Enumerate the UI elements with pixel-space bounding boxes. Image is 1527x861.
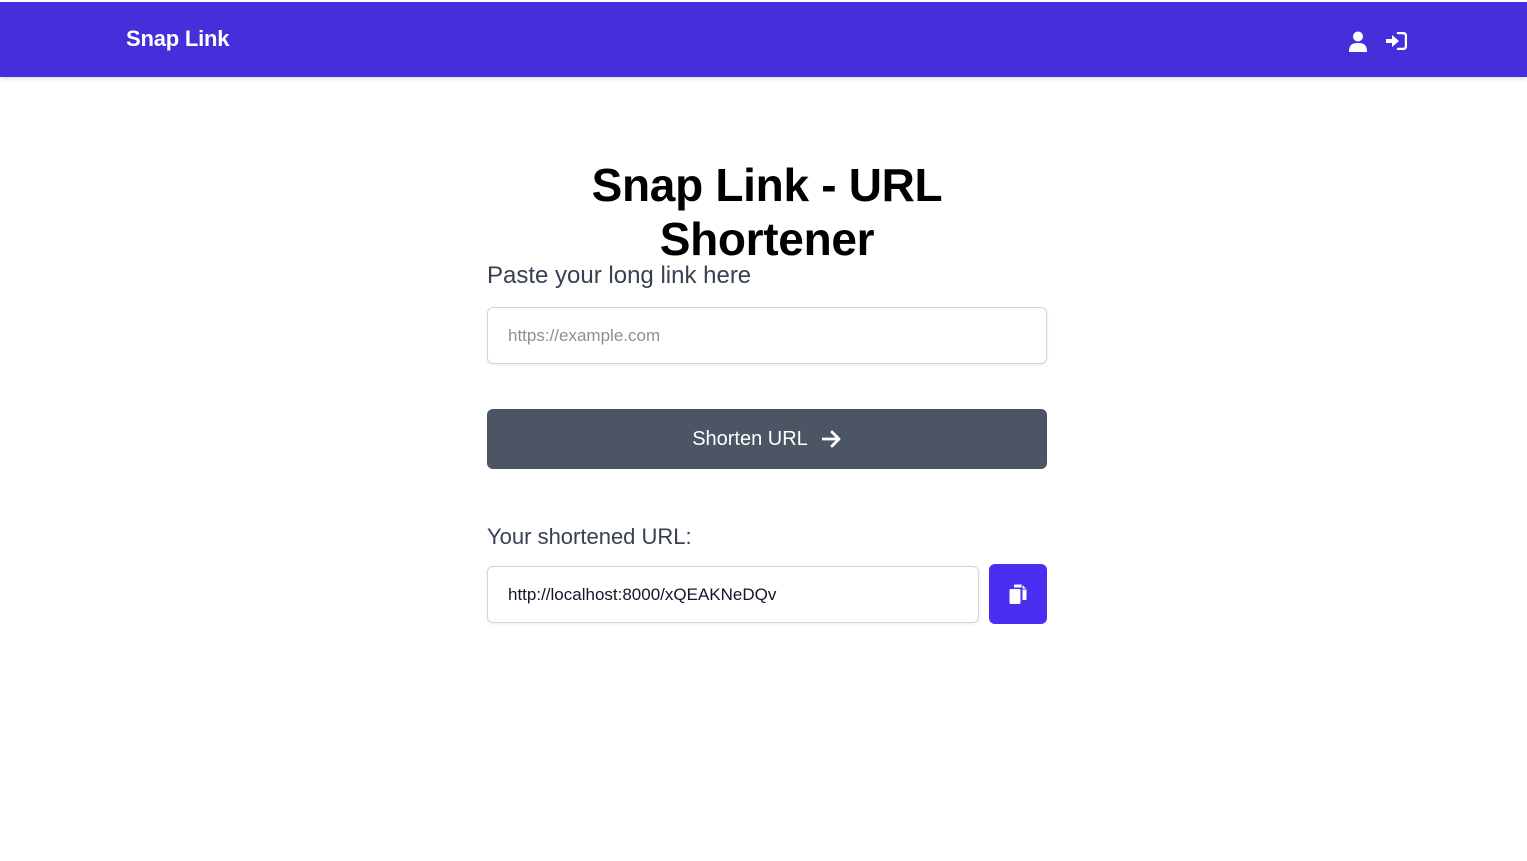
user-icon[interactable] [1347,30,1369,52]
arrow-right-icon [821,430,842,448]
copy-button[interactable] [989,564,1047,624]
long-url-input[interactable] [487,307,1047,364]
shorten-url-button[interactable]: Shorten URL [487,409,1047,469]
long-link-label: Paste your long link here [487,262,752,289]
page-top: Snap Link [0,0,1527,77]
navbar: Snap Link [0,2,1527,77]
shortened-url-label: Your shortened URL: [487,524,692,549]
sign-in-icon[interactable] [1385,30,1407,52]
page-title: Snap Link - URL Shortener [591,159,943,265]
brand-logo-link[interactable]: Snap Link [126,26,230,52]
shortened-url-field[interactable] [487,566,979,623]
copy-icon [1009,584,1027,605]
shorten-button-label: Shorten URL [692,427,808,450]
